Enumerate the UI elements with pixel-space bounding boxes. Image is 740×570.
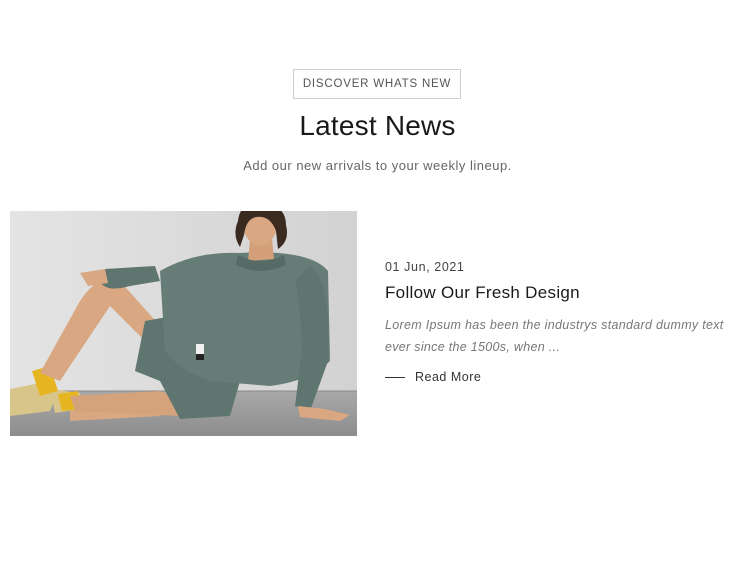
post-date: 01 Jun, 2021: [385, 260, 465, 274]
section-subtitle: Add our new arrivals to your weekly line…: [243, 158, 512, 173]
discover-badge[interactable]: DISCOVER WHATS NEW: [293, 69, 461, 99]
read-more-label: Read More: [415, 370, 482, 384]
section-title: Latest News: [299, 110, 456, 141]
post-excerpt: Lorem Ipsum has been the industrys stand…: [385, 318, 724, 354]
read-more-link[interactable]: Read More: [385, 370, 481, 384]
post-title[interactable]: Follow Our Fresh Design: [385, 283, 580, 303]
post-image[interactable]: [10, 211, 357, 436]
dash-icon: [385, 376, 405, 378]
model-photo-icon: [10, 211, 357, 436]
